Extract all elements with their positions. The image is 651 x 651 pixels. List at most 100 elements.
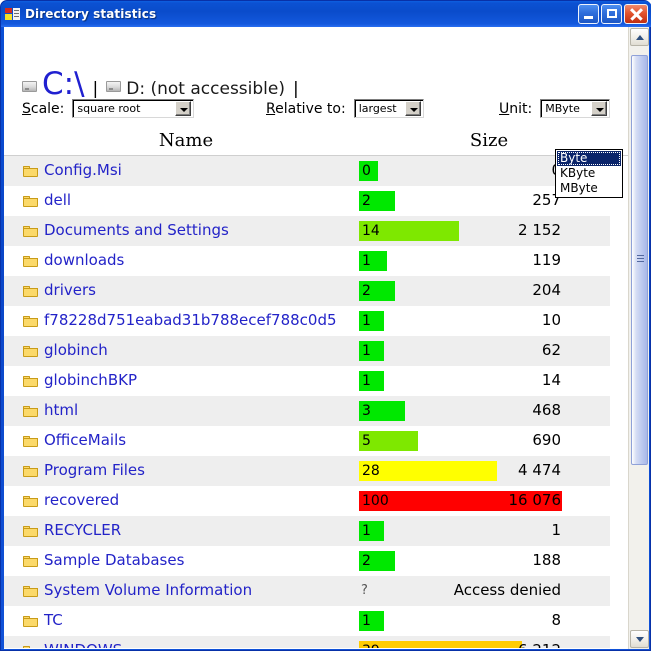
table-row[interactable]: dell 2 257: [4, 186, 610, 216]
table-row[interactable]: Sample Databases 2 188: [4, 546, 610, 576]
table-row[interactable]: drivers 2 204: [4, 276, 610, 306]
row-size-value: 2 152: [518, 221, 561, 239]
scale-value: square root: [77, 102, 141, 115]
table-row[interactable]: downloads 1 119: [4, 246, 610, 276]
row-folder-name[interactable]: globinchBKP: [44, 371, 137, 389]
unit-option-mbyte[interactable]: MByte: [557, 181, 621, 196]
folder-icon: [23, 526, 38, 537]
table-row[interactable]: globinch 1 62: [4, 336, 610, 366]
table-row[interactable]: Documents and Settings 14 2 152: [4, 216, 610, 246]
maximize-icon: [607, 9, 617, 18]
relative-label: Relative to:: [266, 100, 346, 117]
grip-icon: [637, 255, 644, 265]
row-size-value: 204: [532, 281, 561, 299]
row-folder-name[interactable]: dell: [44, 191, 71, 209]
relative-option-group: Relative to: largest: [266, 99, 424, 118]
unit-option-kbyte[interactable]: KByte: [557, 166, 621, 181]
folder-icon: [23, 556, 38, 567]
options-toolbar: Scale: square root Relative to: largest …: [4, 95, 628, 125]
row-folder-name[interactable]: OfficeMails: [44, 431, 126, 449]
unit-option-group: Unit: MByte: [499, 99, 611, 118]
scrollbar-thumb[interactable]: [631, 55, 648, 465]
unit-dropdown[interactable]: MByte: [540, 99, 611, 118]
table-row[interactable]: f78228d751eabad31b788ecef788c0d5 1 10: [4, 306, 610, 336]
chevron-down-icon[interactable]: [591, 101, 608, 116]
folder-icon: [23, 376, 38, 387]
row-folder-name[interactable]: Program Files: [44, 461, 145, 479]
row-folder-name[interactable]: Documents and Settings: [44, 221, 229, 239]
row-size-value: 6 212: [311, 641, 561, 648]
row-size-value: 4 474: [518, 461, 561, 479]
minimize-button[interactable]: [578, 4, 599, 24]
chevron-down-icon[interactable]: [404, 101, 421, 116]
folder-icon: [23, 316, 38, 327]
scroll-down-button[interactable]: [630, 630, 649, 648]
row-folder-name[interactable]: Config.Msi: [44, 161, 122, 179]
folder-icon: [23, 226, 38, 237]
directory-list: Config.Msi00dell2257Documents and Settin…: [4, 156, 628, 648]
relative-dropdown[interactable]: largest: [353, 99, 424, 118]
minimize-icon: [584, 16, 593, 19]
row-folder-name[interactable]: System Volume Information: [44, 581, 252, 599]
table-row[interactable]: System Volume Information? Access denied: [4, 576, 610, 606]
unit-dropdown-list[interactable]: Byte KByte MByte: [555, 149, 623, 198]
table-row[interactable]: WINDOWS396 212: [4, 636, 610, 648]
row-size-value: 62: [541, 341, 561, 359]
title-bar[interactable]: Directory statistics: [1, 1, 651, 27]
folder-icon: [23, 436, 38, 447]
chevron-up-icon: [636, 35, 644, 40]
table-row[interactable]: html 3 468: [4, 396, 610, 426]
row-size-value: 257: [532, 191, 561, 209]
row-folder-name[interactable]: Sample Databases: [44, 551, 184, 569]
row-size-value: 1: [551, 521, 561, 539]
chevron-down-icon[interactable]: [175, 101, 192, 116]
row-folder-name[interactable]: globinch: [44, 341, 108, 359]
row-size-value: Access denied: [453, 581, 561, 599]
scroll-up-button[interactable]: [630, 28, 649, 46]
title-bar-left: Directory statistics: [5, 1, 156, 27]
row-folder-name[interactable]: html: [44, 401, 78, 419]
list-header: Name Size: [4, 127, 628, 156]
row-folder-name[interactable]: WINDOWS: [44, 641, 122, 648]
row-folder-name[interactable]: drivers: [44, 281, 96, 299]
scale-label: Scale:: [22, 100, 65, 117]
row-size-value: 10: [541, 311, 561, 329]
row-folder-name[interactable]: downloads: [44, 251, 124, 269]
unit-value: MByte: [545, 102, 580, 115]
folder-icon: [23, 466, 38, 477]
app-icon: [5, 6, 21, 22]
row-size-value: 468: [532, 401, 561, 419]
folder-icon: [23, 166, 38, 177]
close-button[interactable]: [624, 4, 648, 24]
row-folder-name[interactable]: TC: [44, 611, 63, 629]
row-folder-name[interactable]: recovered: [44, 491, 119, 509]
table-row[interactable]: recovered 100 16 076: [4, 486, 610, 516]
folder-icon: [23, 646, 38, 648]
table-row[interactable]: Config.Msi00: [4, 156, 610, 186]
screenshot-root: Directory statistics C:\ | D: (not acces…: [0, 0, 651, 651]
table-row[interactable]: globinchBKP 1 14: [4, 366, 610, 396]
relative-value: largest: [358, 102, 397, 115]
row-size-value: 690: [532, 431, 561, 449]
folder-icon: [23, 286, 38, 297]
unit-option-byte[interactable]: Byte: [557, 151, 621, 166]
table-row[interactable]: RECYCLER 1 1: [4, 516, 610, 546]
folder-icon: [23, 256, 38, 267]
row-folder-name[interactable]: f78228d751eabad31b788ecef788c0d5: [44, 311, 337, 329]
column-header-name[interactable]: Name: [4, 130, 368, 151]
row-size-value: 188: [532, 551, 561, 569]
drive-icon-d: [106, 81, 122, 92]
vertical-scrollbar[interactable]: [628, 27, 649, 649]
row-size-value: 0: [311, 161, 561, 179]
folder-icon: [23, 496, 38, 507]
table-row[interactable]: OfficeMails 5 690: [4, 426, 610, 456]
table-row[interactable]: TC 1 8: [4, 606, 610, 636]
scale-dropdown[interactable]: square root: [72, 99, 195, 118]
folder-icon: [23, 586, 38, 597]
column-header-size[interactable]: Size: [368, 130, 610, 151]
drive-selector-bar: C:\ | D: (not accessible) |: [4, 27, 628, 100]
row-folder-name[interactable]: RECYCLER: [44, 521, 121, 539]
maximize-button[interactable]: [601, 4, 622, 24]
table-row[interactable]: Program Files 28 4 474: [4, 456, 610, 486]
chevron-down-icon: [636, 637, 644, 642]
